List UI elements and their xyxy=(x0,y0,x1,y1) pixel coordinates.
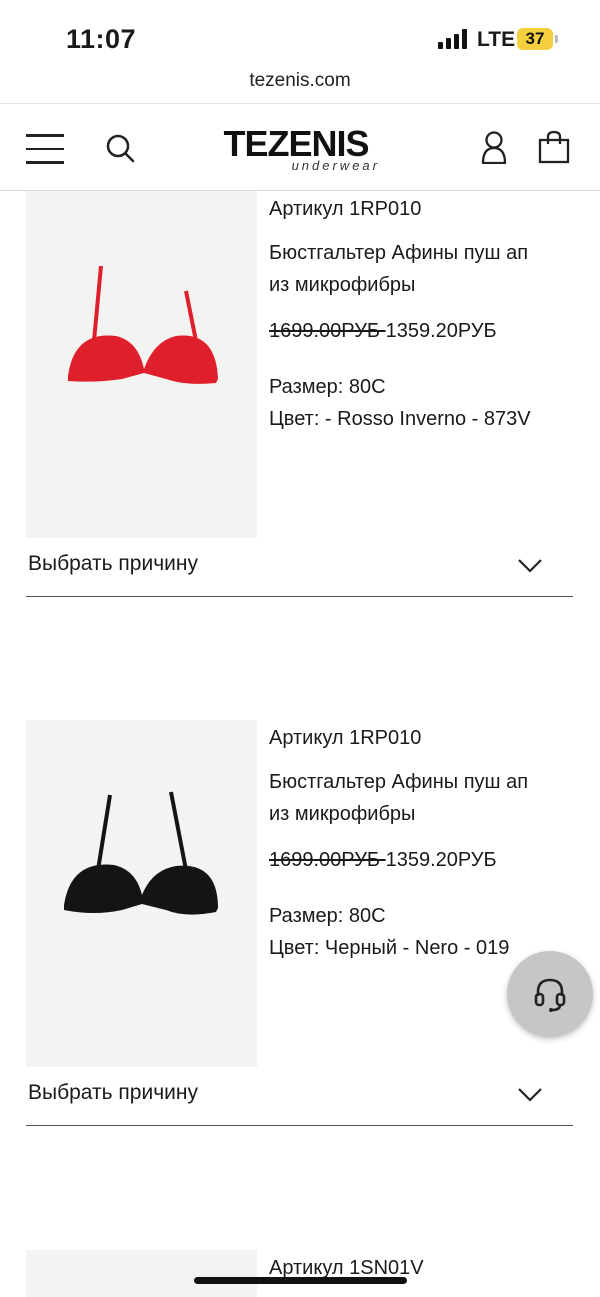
shopping-bag-icon[interactable] xyxy=(538,130,570,164)
new-price: 1359.20РУБ xyxy=(385,320,497,342)
search-icon[interactable] xyxy=(104,132,136,164)
product-size: Размер: 80C xyxy=(269,376,386,398)
network-label: LTE xyxy=(477,28,516,51)
support-chat-button[interactable] xyxy=(507,951,593,1037)
new-price: 1359.20РУБ xyxy=(385,849,497,871)
product-info: Артикул 1RP010 Бюстгальтер Афины пуш ап … xyxy=(269,193,574,435)
reason-dropdown[interactable]: Выбрать причину xyxy=(26,1067,573,1126)
battery-nub xyxy=(555,35,558,43)
battery-icon: 37 xyxy=(517,28,553,50)
logo-text: TEZENIS xyxy=(223,123,369,164)
product-image[interactable] xyxy=(26,1250,257,1297)
product-name-line-2[interactable]: из микрофибры xyxy=(269,798,574,830)
account-icon[interactable] xyxy=(480,130,508,164)
battery-level: 37 xyxy=(525,29,545,48)
old-price: 1699.00РУБ xyxy=(269,849,386,871)
address-bar-url[interactable]: tezenis.com xyxy=(0,70,600,92)
product-image[interactable] xyxy=(26,191,257,538)
signal-icon xyxy=(438,29,467,49)
reason-dropdown-label: Выбрать причину xyxy=(28,1081,198,1104)
bra-shape xyxy=(64,791,218,915)
product-price: 1699.00РУБ 1359.20РУБ xyxy=(269,844,574,876)
brand-logo[interactable]: TEZENIS underwear xyxy=(206,123,386,174)
site-header: TEZENIS underwear xyxy=(0,104,600,191)
chevron-down-icon xyxy=(518,559,542,573)
status-bar: 11:07 LTE 37 xyxy=(0,0,600,70)
product-article: Артикул 1RP010 xyxy=(269,727,422,749)
bra-shape xyxy=(68,265,218,384)
old-price: 1699.00РУБ xyxy=(269,320,386,342)
product-article: Артикул 1RP010 xyxy=(269,198,422,220)
hamburger-menu-icon[interactable] xyxy=(26,134,64,164)
headset-icon xyxy=(534,978,566,1012)
product-price: 1699.00РУБ 1359.20РУБ xyxy=(269,315,574,347)
status-time: 11:07 xyxy=(66,24,137,54)
bra-image xyxy=(68,265,218,384)
product-name-line-2[interactable]: из микрофибры xyxy=(269,269,574,301)
product-color: Цвет: - Rosso Inverno - 873V xyxy=(269,408,531,430)
product-info: Артикул 1RP010 Бюстгальтер Афины пуш ап … xyxy=(269,722,574,964)
home-indicator xyxy=(194,1277,407,1284)
product-image[interactable] xyxy=(26,720,257,1067)
product-name-line-1[interactable]: Бюстгальтер Афины пуш ап xyxy=(269,766,574,798)
product-name-line-1[interactable]: Бюстгальтер Афины пуш ап xyxy=(269,237,574,269)
reason-dropdown[interactable]: Выбрать причину xyxy=(26,538,573,597)
bra-image xyxy=(64,791,218,915)
chevron-down-icon xyxy=(518,1088,542,1102)
product-size: Размер: 80C xyxy=(269,905,386,927)
reason-dropdown-label: Выбрать причину xyxy=(28,552,198,575)
